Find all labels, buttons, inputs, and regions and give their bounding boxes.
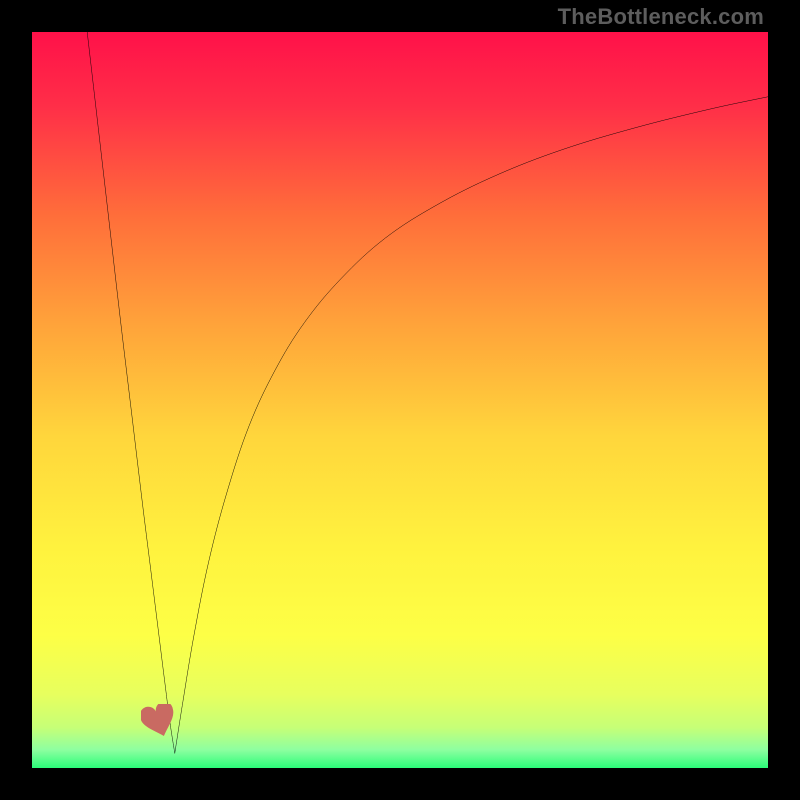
curve-right-branch: [175, 97, 768, 754]
curve-layer: [32, 32, 768, 768]
stage: TheBottleneck.com: [0, 0, 800, 800]
plot-area: [32, 32, 768, 768]
curve-left-branch: [87, 32, 175, 753]
heart-marker-icon: [141, 704, 177, 738]
watermark-text: TheBottleneck.com: [558, 4, 764, 30]
